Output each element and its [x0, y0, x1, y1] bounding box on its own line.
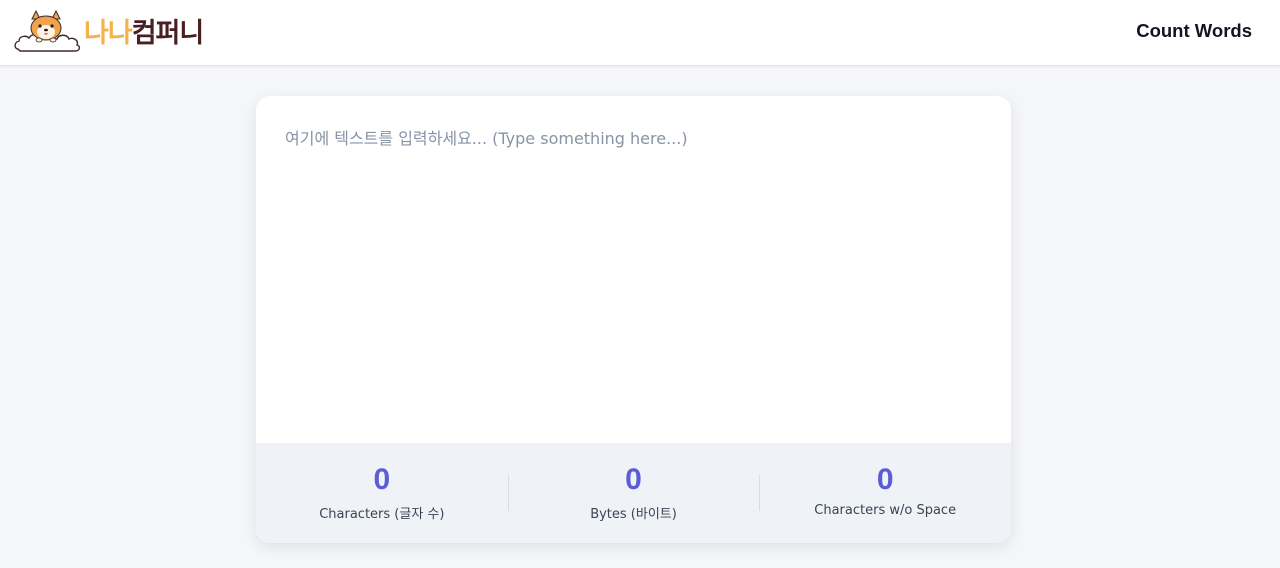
characters-label: Characters (글자 수)	[319, 507, 445, 522]
count-words-link[interactable]: Count Words	[1136, 20, 1252, 42]
brand-wordmark: 나나 컴퍼니	[84, 17, 205, 49]
bytes-label: Bytes (바이트)	[590, 507, 677, 522]
text-input-area[interactable]	[256, 96, 1011, 443]
characters-count: 0	[373, 463, 391, 496]
characters-no-space-label: Characters w/o Space	[814, 503, 957, 518]
bytes-count: 0	[625, 463, 642, 496]
brand-logo[interactable]: 나나 컴퍼니	[12, 8, 205, 58]
stat-characters: 0 Characters (글자 수)	[256, 443, 508, 543]
shiba-dog-on-cloud-icon	[14, 9, 81, 52]
word-counter-card: 0 Characters (글자 수) 0 Bytes (바이트) 0 Char…	[256, 96, 1011, 543]
brand-wordmark-part-a: 나나	[84, 17, 133, 49]
stats-panel: 0 Characters (글자 수) 0 Bytes (바이트) 0 Char…	[256, 443, 1011, 543]
characters-no-space-count: 0	[876, 463, 894, 496]
top-navigation-bar: 나나 컴퍼니 Count Words	[0, 0, 1280, 66]
stat-characters-no-space: 0 Characters w/o Space	[759, 443, 1011, 543]
brand-wordmark-part-b: 컴퍼니	[131, 17, 205, 49]
stat-bytes: 0 Bytes (바이트)	[507, 443, 760, 543]
